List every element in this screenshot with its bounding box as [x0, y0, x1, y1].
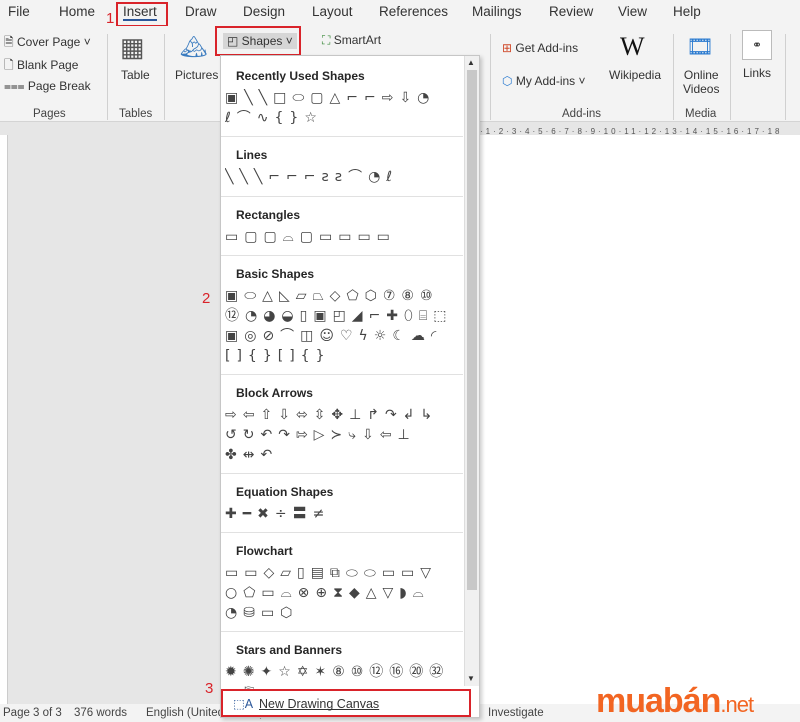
document-page[interactable] — [480, 135, 800, 704]
wikipedia-button[interactable]: Wikipedia — [609, 68, 661, 82]
shape-row[interactable]: ○⬠▭⌓⊗⊕⧗◆△▽◗⌓ — [225, 584, 463, 602]
page-break-button[interactable]: ⩶ Page Break — [4, 79, 91, 94]
muaban-logo: muabán.net — [596, 682, 754, 720]
tab-review[interactable]: Review — [549, 4, 593, 19]
section-header: Stars and Banners — [236, 643, 343, 657]
section-header: Recently Used Shapes — [236, 69, 365, 83]
section-divider — [221, 136, 463, 137]
tab-home[interactable]: Home — [59, 4, 95, 19]
divider — [730, 34, 731, 120]
shape-row[interactable]: ↺↻↶↷⇰▷≻⤷⇩⇦⊥ — [225, 426, 463, 444]
section-divider — [221, 196, 463, 197]
cover-page-button[interactable]: 🗎 Cover Page ˅ — [4, 33, 91, 54]
shape-row[interactable]: ╲╲╲⌐⌐⌐ƨƨ⌒◔ℓ — [225, 168, 463, 186]
divider — [164, 34, 165, 120]
store-icon: ⊞ — [502, 41, 513, 55]
wikipedia-icon: W — [620, 32, 645, 61]
tab-layout[interactable]: Layout — [312, 4, 353, 19]
links-button[interactable]: Links — [743, 66, 771, 80]
get-addins-button[interactable]: ⊞ Get Add-ins — [502, 41, 578, 55]
table-icon: ▦ — [120, 32, 145, 62]
scroll-up-icon[interactable]: ▲ — [467, 58, 475, 67]
smartart-icon: ⛶ — [322, 33, 331, 47]
shape-row[interactable]: ▣╲╲□⬭▢△⌐⌐⇨⇩◔ — [225, 89, 463, 107]
annotation-1: 1 — [106, 10, 115, 27]
page-count[interactable]: Page 3 of 3 — [3, 707, 62, 719]
group-addins: Add-ins — [562, 108, 601, 120]
online-videos-button[interactable]: Online Videos — [683, 68, 719, 96]
section-header: Lines — [236, 148, 268, 162]
section-divider — [221, 374, 463, 375]
scroll-down-icon[interactable]: ▼ — [467, 674, 475, 683]
word-count[interactable]: 376 words — [74, 707, 127, 719]
shape-row[interactable]: ▭▭◇▱▯▤⧉⬭⬭▭▭▽ — [225, 564, 463, 582]
section-header: Basic Shapes — [236, 267, 315, 281]
smartart-button[interactable]: ⛶ SmartArt — [322, 33, 381, 48]
shape-row[interactable]: ✚━✖÷〓≠ — [225, 505, 463, 523]
annotation-3: 3 — [205, 680, 214, 697]
highlight-insert — [116, 2, 168, 27]
pictures-button[interactable]: Pictures — [175, 68, 218, 82]
section-divider — [221, 631, 463, 632]
divider — [107, 34, 108, 120]
group-media: Media — [685, 108, 717, 120]
tab-help[interactable]: Help — [673, 4, 701, 19]
group-pages: Pages — [33, 108, 66, 120]
shapes-dropdown: ▲ ▼ Recently Used Shapes ▣╲╲□⬭▢△⌐⌐⇨⇩◔ ℓ⌒∿{… — [220, 55, 480, 718]
group-tables: Tables — [119, 108, 153, 120]
label: Online — [683, 68, 719, 82]
tab-design[interactable]: Design — [243, 4, 285, 19]
tab-draw[interactable]: Draw — [185, 4, 217, 19]
label: Page Break — [27, 79, 91, 93]
shape-row[interactable]: ⑫◔◕◒▯▣◰◢⌐✚⬯⌸⬚ — [225, 307, 463, 325]
section-divider — [221, 473, 463, 474]
label: Blank Page — [16, 58, 79, 72]
divider — [490, 34, 491, 120]
table-button[interactable]: Table — [121, 68, 150, 82]
label: SmartArt — [333, 33, 382, 47]
label: Get Add-ins — [515, 41, 579, 55]
new-drawing-canvas-label: New Drawing Canvas — [259, 697, 380, 711]
section-divider — [221, 532, 463, 533]
tab-view[interactable]: View — [618, 4, 647, 19]
label: Videos — [683, 82, 720, 96]
shape-row[interactable]: ✹✺✦☆✡✶⑧⑩⑫⑯⑳㉜ — [225, 663, 463, 681]
link-icon: ⚭ — [742, 30, 772, 60]
investigate[interactable]: Investigate — [488, 707, 544, 719]
section-divider — [221, 255, 463, 256]
pictures-icon: 🏔 — [180, 34, 208, 59]
tab-references[interactable]: References — [379, 4, 448, 19]
blank-page-button[interactable]: 🗋 Blank Page — [4, 56, 78, 77]
divider — [785, 34, 786, 120]
section-header: Flowchart — [236, 544, 293, 558]
shape-row[interactable]: ▣⬭△◺▱⏢◇⬠⬡⑦⑧⑩ — [225, 287, 463, 305]
divider — [673, 34, 674, 120]
section-header: Block Arrows — [236, 386, 313, 400]
tab-file[interactable]: File — [8, 4, 30, 19]
label: My Add-ins — [515, 74, 576, 88]
annotation-2: 2 — [202, 290, 211, 307]
shape-row[interactable]: ▭▢▢⌓▢▭▭▭▭ — [225, 228, 463, 246]
scroll-thumb[interactable] — [467, 70, 477, 590]
shape-row[interactable]: ◔⛁▭⬡ — [225, 604, 463, 622]
highlight-shapes — [215, 26, 301, 56]
drawing-canvas-icon: ⬚A — [233, 697, 254, 711]
label: Cover Page — [16, 35, 81, 49]
shape-row[interactable]: ▣◎⊘⌒◫☺♡ϟ☼☾☁◜ — [225, 327, 463, 345]
shape-row[interactable]: ℓ⌒∿{}☆ — [225, 109, 463, 127]
scrollbar[interactable]: ▲ ▼ — [464, 56, 479, 686]
tab-mailings[interactable]: Mailings — [472, 4, 522, 19]
shape-row[interactable]: ⇨⇦⇧⇩⬄⇳✥⊥↱↷↲↳ — [225, 406, 463, 424]
addins-icon: ⬡ — [502, 74, 513, 88]
new-drawing-canvas-button[interactable]: ⬚A New Drawing Canvas — [221, 689, 471, 717]
section-header: Rectangles — [236, 208, 301, 222]
shape-row[interactable]: []{}[]{} — [225, 347, 463, 365]
shape-row[interactable]: ✤⇹↶ — [225, 446, 463, 464]
section-header: Equation Shapes — [236, 485, 334, 499]
horizontal-ruler: ·1·2·3·4·5·6·7·8·9·10·11·12·13·14·15·16·… — [480, 127, 783, 135]
my-addins-button[interactable]: ⬡ My Add-ins ˅ — [502, 74, 586, 88]
vertical-ruler — [0, 135, 8, 704]
online-video-icon: 🎞 — [686, 34, 714, 59]
